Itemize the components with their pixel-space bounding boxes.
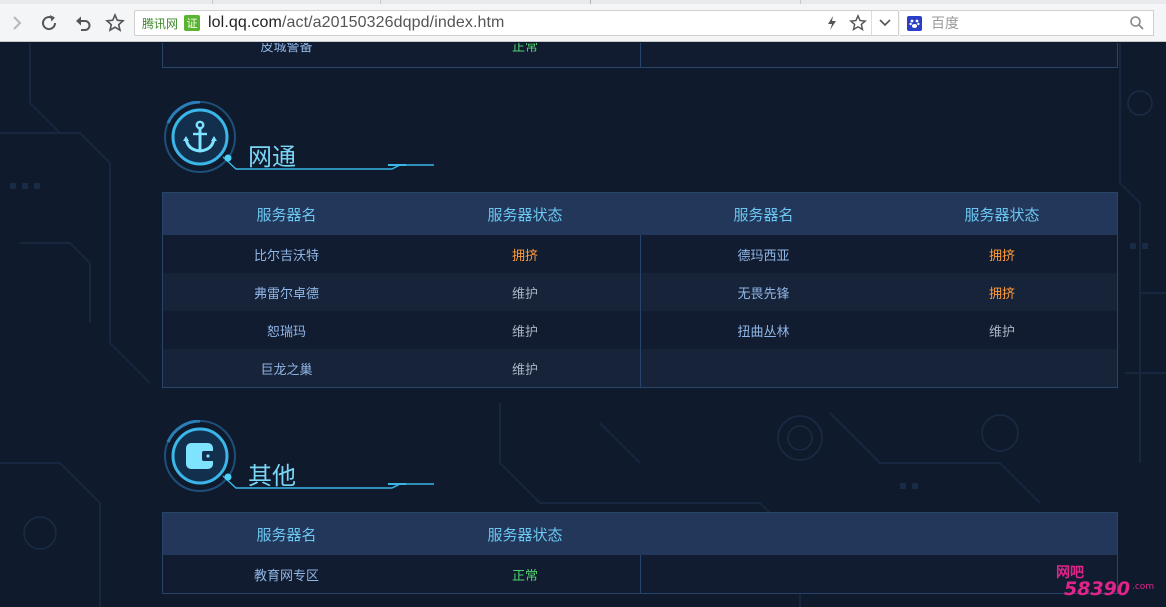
url-text[interactable]: lol.qq.com/act/a20150326dqpd/index.htm	[208, 14, 504, 32]
server-status: 维护	[988, 324, 1015, 340]
table-header: 服务器名 服务器状态	[163, 513, 1117, 555]
server-name: 教育网专区	[253, 568, 319, 584]
favorite-star-icon[interactable]	[845, 11, 871, 35]
url-path: /act/a20150326dqpd/index.htm	[281, 14, 505, 31]
server-status: 正常	[511, 43, 538, 55]
star-icon	[105, 13, 125, 32]
server-table-wangtong: 服务器名 服务器状态 服务器名 服务器状态 比尔吉沃特 拥挤 德玛西亚 拥挤 弗…	[162, 192, 1118, 388]
search-icon[interactable]	[1129, 15, 1145, 35]
chevron-right-icon	[13, 16, 22, 30]
col-header-server-name: 服务器名	[256, 205, 317, 224]
server-status: 维护	[511, 286, 538, 302]
prev-server-table: 皮城警备 正常	[162, 43, 1118, 68]
section-header-qita: 其他	[160, 420, 440, 500]
server-status: 正常	[511, 568, 538, 584]
col-header-server-status: 服务器状态	[964, 205, 1040, 224]
cert-badge[interactable]: 证	[184, 15, 201, 31]
page-content: 皮城警备 正常 网通 服务器名 服务器状态 服务器名 服务器状态 比尔吉沃特 拥…	[0, 43, 1166, 607]
address-bar[interactable]: 腾讯网 证 lol.qq.com/act/a20150326dqpd/index…	[134, 10, 899, 36]
svg-text:.com: .com	[1132, 582, 1154, 592]
refresh-button[interactable]	[38, 12, 60, 34]
anchor-icon	[183, 120, 217, 153]
server-table-qita: 服务器名 服务器状态 教育网专区 正常	[162, 512, 1118, 594]
server-name: 恕瑞玛	[266, 324, 306, 340]
chevron-down-icon[interactable]	[872, 11, 898, 35]
server-name: 无畏先锋	[737, 286, 790, 302]
server-name: 比尔吉沃特	[253, 248, 319, 264]
refresh-icon	[42, 15, 57, 31]
server-name: 弗雷尔卓德	[253, 286, 319, 302]
server-name: 扭曲丛林	[737, 324, 790, 340]
browser-toolbar: 腾讯网 证 lol.qq.com/act/a20150326dqpd/index…	[0, 4, 1166, 42]
bookmark-button[interactable]	[104, 12, 126, 34]
svg-text:58390: 58390	[1064, 578, 1130, 599]
col-header-server-name: 服务器名	[256, 525, 317, 544]
server-status: 拥挤	[988, 248, 1015, 264]
undo-button[interactable]	[72, 12, 94, 34]
section-title: 网通	[248, 143, 296, 171]
url-host: lol.qq.com	[208, 14, 282, 31]
section-title: 其他	[248, 462, 296, 490]
undo-icon	[76, 16, 91, 31]
server-status: 拥挤	[511, 248, 538, 264]
wallet-icon	[186, 443, 215, 469]
server-status: 拥挤	[988, 286, 1015, 302]
table-header: 服务器名 服务器状态 服务器名 服务器状态	[163, 193, 1117, 235]
site-watermark: 网吧 58390 .com	[1056, 559, 1160, 603]
col-header-server-name: 服务器名	[733, 205, 794, 224]
col-header-server-status: 服务器状态	[487, 205, 563, 224]
server-name: 德玛西亚	[737, 248, 790, 264]
baidu-paw-icon[interactable]	[907, 15, 922, 31]
search-input[interactable]: 百度	[931, 13, 959, 33]
server-name: 巨龙之巢	[260, 362, 313, 378]
server-status: 维护	[511, 362, 538, 378]
server-name: 皮城警备	[260, 43, 313, 55]
forward-button[interactable]	[6, 12, 28, 34]
col-header-server-status: 服务器状态	[487, 525, 563, 544]
search-box[interactable]: 百度	[900, 10, 1154, 36]
lightning-icon[interactable]	[819, 11, 845, 35]
watermark-logo: 网吧 58390 .com	[1056, 565, 1154, 600]
site-name: 腾讯网	[142, 16, 179, 31]
section-header-wangtong: 网通	[160, 101, 440, 181]
server-status: 维护	[511, 324, 538, 340]
